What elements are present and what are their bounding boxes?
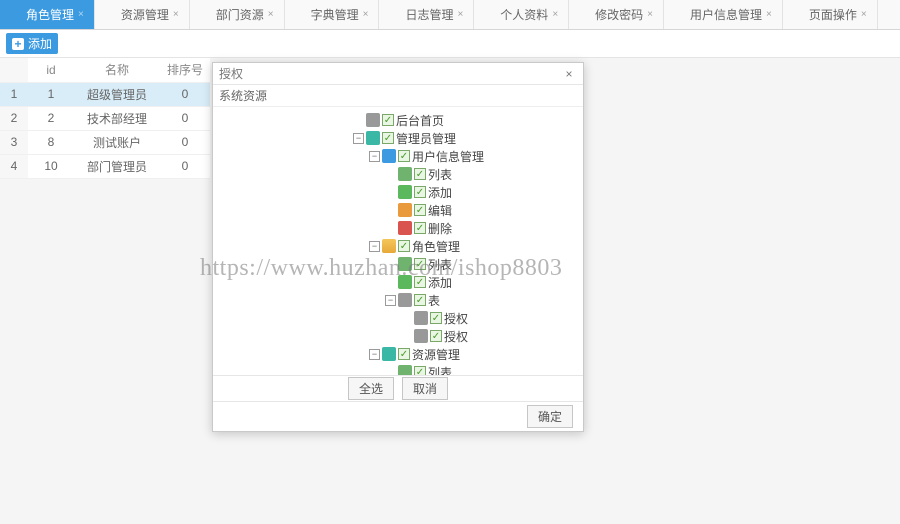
authorize-dialog: 授权 × 系统资源 ✓后台首页−✓管理员管理−✓用户信息管理✓列表✓添加✓编辑✓… (212, 62, 584, 432)
node-icon (398, 221, 412, 235)
node-checkbox[interactable]: ✓ (398, 240, 410, 252)
node-checkbox[interactable]: ✓ (382, 114, 394, 126)
node-checkbox[interactable]: ✓ (430, 330, 442, 342)
node-icon (382, 149, 396, 163)
tree-node[interactable]: − ✓资源管理 (369, 345, 583, 363)
node-icon (398, 203, 412, 217)
node-label: 列表 (428, 256, 452, 273)
dialog-mask: 授权 × 系统资源 ✓后台首页−✓管理员管理−✓用户信息管理✓列表✓添加✓编辑✓… (0, 0, 900, 524)
select-all-button[interactable]: 全选 (348, 377, 394, 400)
collapse-icon[interactable]: − (385, 295, 396, 306)
expand-spacer (385, 187, 396, 198)
tree-node[interactable]: ✓添加 (385, 183, 583, 201)
expand-spacer (401, 313, 412, 324)
node-label: 资源管理 (412, 346, 460, 363)
ok-button[interactable]: 确定 (527, 405, 573, 428)
tree-node[interactable]: − ✓角色管理 (369, 237, 583, 255)
node-label: 列表 (428, 364, 452, 376)
tree-node[interactable]: ✓后台首页 (353, 111, 583, 129)
node-icon (366, 131, 380, 145)
expand-spacer (385, 205, 396, 216)
tree-node[interactable]: ✓列表 (385, 255, 583, 273)
node-label: 添加 (428, 184, 452, 201)
node-checkbox[interactable]: ✓ (382, 132, 394, 144)
node-icon (398, 275, 412, 289)
expand-spacer (385, 259, 396, 270)
tree-node[interactable]: − ✓管理员管理 (353, 129, 583, 147)
tree-node[interactable]: ✓授权 (401, 309, 583, 327)
node-checkbox[interactable]: ✓ (414, 276, 426, 288)
cancel-button[interactable]: 取消 (402, 377, 448, 400)
node-label: 添加 (428, 274, 452, 291)
tree-node[interactable]: ✓删除 (385, 219, 583, 237)
node-label: 用户信息管理 (412, 148, 484, 165)
node-icon (382, 239, 396, 253)
tree-node[interactable]: ✓列表 (385, 363, 583, 375)
node-icon (398, 365, 412, 375)
resource-tree: ✓后台首页−✓管理员管理−✓用户信息管理✓列表✓添加✓编辑✓删除−✓角色管理✓列… (353, 111, 583, 375)
node-checkbox[interactable]: ✓ (398, 150, 410, 162)
tree-node[interactable]: ✓列表 (385, 165, 583, 183)
node-icon (382, 347, 396, 361)
collapse-icon[interactable]: − (369, 151, 380, 162)
node-icon (398, 293, 412, 307)
node-checkbox[interactable]: ✓ (414, 294, 426, 306)
node-icon (398, 167, 412, 181)
tree-node[interactable]: ✓添加 (385, 273, 583, 291)
collapse-icon[interactable]: − (353, 133, 364, 144)
node-checkbox[interactable]: ✓ (414, 222, 426, 234)
node-icon (414, 311, 428, 325)
expand-spacer (385, 223, 396, 234)
node-checkbox[interactable]: ✓ (414, 366, 426, 375)
node-icon (414, 329, 428, 343)
expand-spacer (353, 115, 364, 126)
node-label: 角色管理 (412, 238, 460, 255)
expand-spacer (385, 277, 396, 288)
node-label: 授权 (444, 310, 468, 327)
expand-spacer (385, 367, 396, 376)
tree-node[interactable]: ✓授权 (401, 327, 583, 345)
node-label: 后台首页 (396, 112, 444, 129)
tree-node[interactable]: ✓编辑 (385, 201, 583, 219)
collapse-icon[interactable]: − (369, 349, 380, 360)
node-label: 编辑 (428, 202, 452, 219)
node-checkbox[interactable]: ✓ (430, 312, 442, 324)
dialog-close-button[interactable]: × (561, 63, 577, 84)
tree-node[interactable]: − ✓用户信息管理 (369, 147, 583, 165)
node-checkbox[interactable]: ✓ (414, 204, 426, 216)
node-checkbox[interactable]: ✓ (414, 258, 426, 270)
node-label: 删除 (428, 220, 452, 237)
node-checkbox[interactable]: ✓ (414, 186, 426, 198)
tree-node[interactable]: − ✓表 (385, 291, 583, 309)
node-label: 表 (428, 292, 440, 309)
expand-spacer (385, 169, 396, 180)
node-label: 授权 (444, 328, 468, 345)
dialog-subtitle: 系统资源 (213, 85, 583, 107)
node-checkbox[interactable]: ✓ (414, 168, 426, 180)
collapse-icon[interactable]: − (369, 241, 380, 252)
node-checkbox[interactable]: ✓ (398, 348, 410, 360)
dialog-title: 授权 (219, 63, 243, 84)
node-icon (366, 113, 380, 127)
node-icon (398, 257, 412, 271)
node-label: 管理员管理 (396, 130, 456, 147)
node-icon (398, 185, 412, 199)
node-label: 列表 (428, 166, 452, 183)
expand-spacer (401, 331, 412, 342)
